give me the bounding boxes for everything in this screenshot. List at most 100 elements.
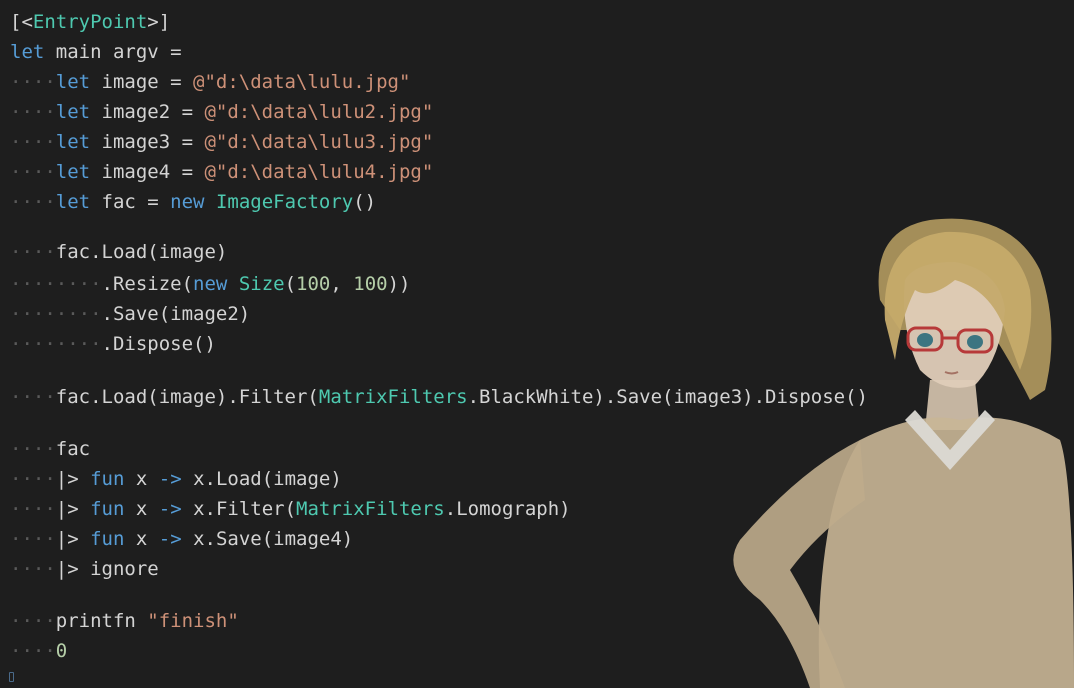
code-line[interactable]: let main argv = [10,38,182,66]
code-token: let [55,101,91,123]
code-line[interactable]: ········.Dispose() [10,330,216,358]
code-token: 100 [296,273,331,295]
code-token: fac [55,438,91,460]
whitespace-marker: ········ [10,333,102,355]
code-token: 0 [55,640,68,662]
code-line[interactable]: ····let image3 = @"d:\data\lulu3.jpg" [10,128,433,156]
code-line[interactable]: ····|> fun x -> x.Load(image) [10,465,342,493]
whitespace-marker: ···· [10,528,56,550]
code-token: image = [90,71,194,93]
code-token: image4 = [90,161,205,183]
whitespace-marker: ···· [10,101,56,123]
code-editor[interactable]: [<EntryPoint>] let main argv = ····let ima… [0,0,1074,688]
code-token: , [330,273,354,295]
code-token: MatrixFilters [318,386,468,408]
code-token: -> [158,468,182,490]
code-line[interactable]: ····|> fun x -> x.Save(image4) [10,525,353,553]
code-line[interactable]: ····let image = @"d:\data\lulu.jpg" [10,68,410,96]
code-token: EntryPoint [32,11,148,33]
code-token: -> [158,498,182,520]
whitespace-marker: ···· [10,610,56,632]
code-token: fac = [90,191,171,213]
code-token: |> [55,528,91,550]
code-token: MatrixFilters [296,498,445,520]
code-token: .Resize( [101,273,194,295]
code-line[interactable]: ····|> fun x -> x.Filter(MatrixFilters.L… [10,495,571,523]
whitespace-marker: ···· [10,131,56,153]
whitespace-marker: ···· [10,558,56,580]
code-token: x.Load(image) [181,468,342,490]
code-token: .Lomograph) [444,498,571,520]
code-line[interactable]: ········.Resize(new Size(100, 100)) [10,270,410,298]
code-token: let [10,41,45,63]
code-token: -> [158,528,182,550]
code-token: .BlackWhite).Save(image3).Dispose() [467,386,868,408]
code-token: x.Filter( [181,498,297,520]
whitespace-marker: ···· [10,191,56,213]
whitespace-marker: ···· [10,241,56,263]
code-token: fac.Load(image).Filter( [55,386,319,408]
left-eye [917,333,933,347]
whitespace-marker: ···· [10,438,56,460]
code-token: .Dispose() [101,333,216,355]
code-token: ImageFactory [215,191,354,213]
whitespace-marker: ···· [10,498,56,520]
code-token: let [55,131,91,153]
code-line[interactable]: ········.Save(image2) [10,300,250,328]
code-token: [< [10,11,33,33]
whitespace-marker: ········ [10,303,102,325]
code-token: Size [238,273,285,295]
code-token: >] [147,11,171,33]
code-token: () [353,191,377,213]
whitespace-marker: ········ [10,273,102,295]
code-line[interactable]: ····fac.Load(image).Filter(MatrixFilters… [10,383,868,411]
code-token: @"d:\data\lulu.jpg" [193,71,411,93]
code-token: |> [55,498,91,520]
code-token: "finish" [147,610,239,632]
code-token: @"d:\data\lulu3.jpg" [204,131,434,153]
code-line[interactable]: ····let image2 = @"d:\data\lulu2.jpg" [10,98,433,126]
right-eye [967,335,983,349]
code-token: |> [55,468,91,490]
code-line[interactable]: ····|> ignore [10,555,159,583]
cursor-marker [9,672,14,682]
code-token: x [124,468,159,490]
code-token: fun [90,528,125,550]
code-token: x [124,528,159,550]
code-line[interactable]: ····0 [10,637,67,665]
whitespace-marker: ···· [10,386,56,408]
code-token: let [55,71,91,93]
code-line[interactable]: ····fac.Load(image) [10,238,227,266]
whitespace-marker: ···· [10,161,56,183]
code-token: @"d:\data\lulu4.jpg" [204,161,434,183]
code-line[interactable]: ····let fac = new ImageFactory() [10,188,376,216]
code-token: new [193,273,228,295]
code-line[interactable]: ····fac [10,435,90,463]
code-token: 100 [353,273,388,295]
whitespace-marker: ···· [10,640,56,662]
code-token: x.Save(image4) [181,528,354,550]
code-token: image2 = [90,101,205,123]
code-token: .Save(image2) [101,303,251,325]
code-token: x [124,498,159,520]
code-line[interactable]: ····printfn "finish" [10,607,239,635]
code-token: image3 = [90,131,205,153]
code-line[interactable]: ····let image4 = @"d:\data\lulu4.jpg" [10,158,433,186]
code-token: printfn [55,610,148,632]
code-token: |> ignore [55,558,159,580]
whitespace-marker: ···· [10,468,56,490]
code-token: fun [90,468,125,490]
code-token: fun [90,498,125,520]
code-token: let [55,191,91,213]
code-token: let [55,161,91,183]
code-token: @"d:\data\lulu2.jpg" [204,101,434,123]
code-token: )) [387,273,411,295]
code-line[interactable]: [<EntryPoint>] [10,8,170,36]
code-token: fac.Load(image) [55,241,228,263]
whitespace-marker: ···· [10,71,56,93]
code-token: main argv = [44,41,182,63]
code-token: ( [284,273,297,295]
code-token: new [170,191,205,213]
